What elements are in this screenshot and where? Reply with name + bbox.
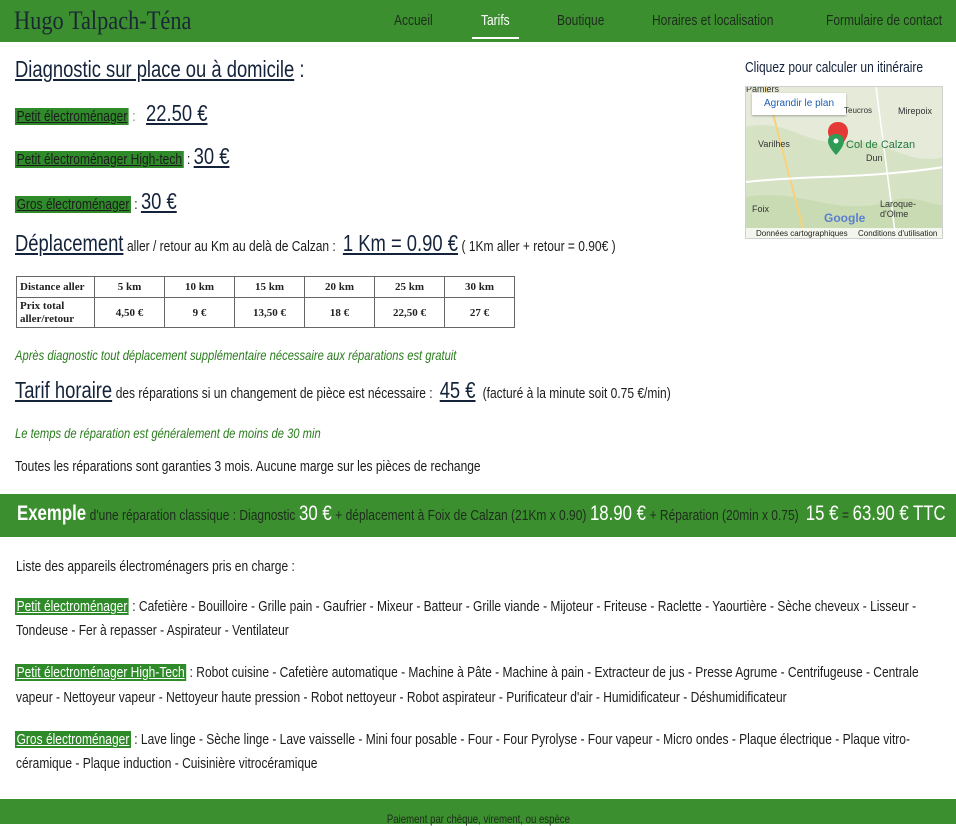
nav-item-contact[interactable]: Formulaire de contact	[826, 12, 956, 29]
map-marker-label: Col de Calzan	[846, 139, 916, 151]
example-band: Exemple d'une réparation classique : Dia…	[0, 494, 956, 537]
map-place-label: Foix	[752, 204, 770, 214]
price-row-hightech: Petit électroménager High-tech : 30 €	[15, 143, 230, 169]
map-place-label: Laroque-d'Olme	[880, 199, 917, 219]
map-attribution-bar: Données cartographiques Conditions d'uti…	[746, 228, 942, 238]
enlarge-map-link[interactable]: Agrandir le plan	[752, 93, 846, 115]
table-header-cell: 20 km	[304, 276, 375, 298]
table-header-cell: 5 km	[94, 276, 165, 298]
appliance-list-petit: Petit électroménager : Cafetière - Bouil…	[15, 598, 917, 615]
guarantee-text: Toutes les réparations sont garanties 3 …	[15, 458, 481, 475]
nav-item-horaires[interactable]: Horaires et localisation	[652, 12, 804, 29]
example-row: Exemple d'une réparation classique : Dia…	[17, 502, 946, 525]
tarif-value: 45 €	[439, 377, 476, 403]
price-value: 22.50 €	[146, 100, 208, 126]
table-row-label: Prix total aller/retour	[16, 297, 95, 328]
category-tag: Gros électroménager	[15, 731, 131, 748]
map-place-label: Pamiers	[746, 86, 780, 94]
table-cell: 27 €	[444, 297, 515, 328]
deplacement-value: 1 Km = 0.90 €	[342, 230, 458, 256]
table-header-cell: Distance aller	[16, 276, 95, 298]
note-after-diagnostic: Après diagnostic tout déplacement supplé…	[15, 347, 457, 363]
appliance-list-petit-cont: Tondeuse - Fer à repasser - Aspirateur -…	[16, 622, 289, 639]
map-title: Cliquez pour calculer un itinéraire	[745, 59, 924, 76]
deplacement-row: Déplacement aller / retour au Km au delà…	[15, 230, 616, 256]
price-value: 30 €	[140, 188, 177, 214]
table-row: Distance aller 5 km 10 km 15 km 20 km 25…	[16, 276, 515, 298]
page-title: Diagnostic sur place ou à domicile :	[15, 56, 305, 82]
table-header-cell: 15 km	[234, 276, 305, 298]
table-cell: 4,50 €	[94, 297, 165, 328]
map-terms-link[interactable]: Conditions d'utilisation	[858, 229, 937, 238]
tarif-horaire-row: Tarif horaire des réparations si un chan…	[15, 377, 671, 403]
map-place-label: Mirepoix	[898, 106, 933, 116]
table-header-cell: 10 km	[164, 276, 235, 298]
nav-item-boutique[interactable]: Boutique	[557, 12, 616, 29]
map-place-label: Teucros	[844, 106, 873, 115]
table-cell: 22,50 €	[374, 297, 445, 328]
tarif-heading: Tarif horaire	[15, 377, 113, 403]
category-tag: Petit électroménager High-tech	[15, 151, 184, 168]
active-tab-indicator	[472, 37, 519, 39]
appliance-list-gros-cont: céramique - Plaque induction - Cuisinièr…	[16, 755, 318, 772]
price-row-petit: Petit électroménager : 22.50 €	[15, 100, 208, 126]
map-embed[interactable]: Agrandir le plan Pamiers Mirepoix Teucro…	[745, 86, 943, 239]
table-cell: 18 €	[304, 297, 375, 328]
category-tag: Gros électroménager	[15, 196, 131, 213]
google-logo: Google	[824, 211, 866, 225]
map-place-label: Dun	[866, 153, 883, 163]
category-tag: Petit électroménager	[15, 598, 129, 615]
appliance-list-intro: Liste des appareils électroménagers pris…	[16, 558, 295, 575]
example-value: 18.90 €	[589, 502, 647, 525]
example-value: 30 €	[298, 502, 332, 525]
nav-item-accueil[interactable]: Accueil	[394, 12, 442, 29]
example-total: 63.90 € TTC	[852, 502, 946, 525]
map-data-link[interactable]: Données cartographiques	[756, 229, 848, 238]
map-place-label: Varilhes	[758, 139, 790, 149]
table-header-cell: 25 km	[374, 276, 445, 298]
table-cell: 9 €	[164, 297, 235, 328]
table-header-cell: 30 km	[444, 276, 515, 298]
appliance-list-gros: Gros électroménager : Lave linge - Sèche…	[15, 731, 910, 748]
category-tag: Petit électroménager	[15, 108, 129, 125]
map-pin-icon	[828, 122, 848, 155]
distance-price-table: Distance aller 5 km 10 km 15 km 20 km 25…	[16, 276, 515, 328]
price-row-gros: Gros électroménager : 30 €	[15, 188, 177, 214]
example-value: 15 €	[805, 502, 839, 525]
price-value: 30 €	[193, 143, 230, 169]
category-tag: Petit électroménager High-Tech	[15, 664, 187, 681]
nav-item-tarifs[interactable]: Tarifs	[481, 12, 517, 29]
table-row: Prix total aller/retour 4,50 € 9 € 13,50…	[16, 297, 515, 328]
brand-logo-text[interactable]: Hugo Talpach-Téna	[14, 6, 220, 36]
appliance-list-hightech-cont: vapeur - Nettoyeur vapeur - Nettoyeur ha…	[16, 689, 787, 706]
deplacement-heading: Déplacement	[15, 230, 124, 256]
table-cell: 13,50 €	[234, 297, 305, 328]
appliance-list-hightech: Petit électroménager High-Tech : Robot c…	[15, 664, 919, 681]
example-label: Exemple	[17, 502, 87, 525]
note-repair-time: Le temps de réparation est généralement …	[15, 425, 321, 441]
